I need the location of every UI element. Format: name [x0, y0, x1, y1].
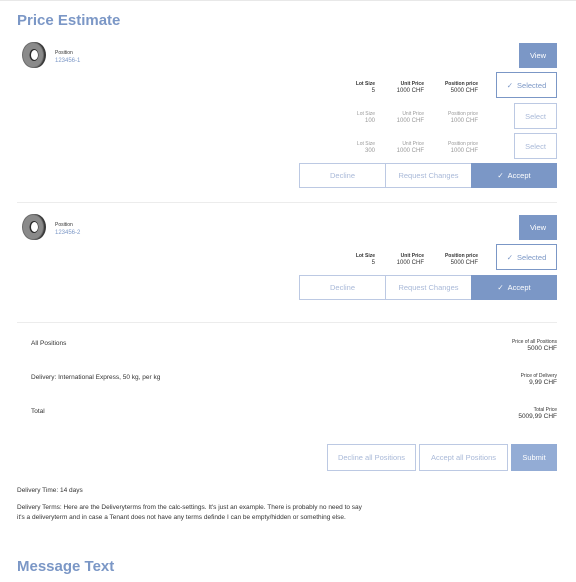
section-divider: [17, 202, 557, 203]
position-label: Position: [55, 222, 73, 228]
delivery-price: Price of Delivery 9,99 CHF: [521, 373, 557, 387]
position-id-link[interactable]: 123456-1: [55, 58, 80, 64]
position-price-value: 1000 CHF: [450, 148, 478, 154]
total-price: Total Price 5009,99 CHF: [518, 407, 557, 421]
view-button[interactable]: View: [519, 215, 557, 240]
top-divider: [0, 0, 576, 1]
submit-button[interactable]: Submit: [511, 444, 557, 471]
ring-icon: [22, 42, 46, 68]
decline-button[interactable]: Decline: [299, 275, 386, 300]
lot-size-value: 300: [364, 148, 375, 154]
ring-icon: [22, 214, 46, 240]
lot-size-value: 5: [371, 88, 375, 94]
position-label: Position: [55, 50, 73, 56]
unit-price-value: 1000 CHF: [396, 260, 424, 266]
message-text-title: Message Text: [17, 558, 115, 575]
delivery-label: Delivery: International Express, 50 kg, …: [31, 374, 161, 381]
delivery-terms: Delivery Terms: Here are the Deliveryter…: [17, 504, 362, 521]
selected-button-label: Selected: [517, 80, 547, 90]
lot-size-column: Lot Size 300: [357, 141, 375, 155]
position-price-column: Position price 1000 CHF: [448, 111, 478, 125]
position-id-link[interactable]: 123456-2: [55, 230, 80, 236]
position-price-column: Position price 5000 CHF: [445, 253, 478, 267]
delivery-time: Delivery Time: 14 days: [17, 487, 83, 494]
lot-size-column: Lot Size 5: [356, 253, 375, 267]
check-icon: ✓: [506, 80, 514, 90]
all-positions-price: Price of all Positions 5000 CHF: [512, 339, 557, 353]
select-button[interactable]: Select: [514, 103, 557, 129]
lot-size-value: 5: [371, 260, 375, 266]
all-positions-label: All Positions: [31, 340, 67, 347]
decline-all-button[interactable]: Decline all Positions: [327, 444, 416, 471]
decline-button[interactable]: Decline: [299, 163, 386, 188]
selected-button[interactable]: ✓ Selected: [496, 72, 557, 98]
position-price-column: Position price 5000 CHF: [445, 81, 478, 95]
position-price-value: 5000 CHF: [450, 88, 478, 94]
request-changes-button[interactable]: Request Changes: [385, 163, 472, 188]
unit-price-value: 1000 CHF: [396, 118, 424, 124]
accept-button-label: Accept: [507, 283, 531, 292]
unit-price-value: 1000 CHF: [396, 148, 424, 154]
position-price-column: Position price 1000 CHF: [448, 141, 478, 155]
accept-button-label: Accept: [507, 171, 531, 180]
unit-price-value: 1000 CHF: [396, 88, 424, 94]
unit-price-column: Unit Price 1000 CHF: [397, 141, 424, 155]
position-price-value: 5000 CHF: [450, 260, 478, 266]
lot-size-column: Lot Size 100: [357, 111, 375, 125]
delivery-price-value: 9,99 CHF: [529, 379, 557, 386]
lot-size-value: 100: [364, 118, 375, 124]
unit-price-column: Unit Price 1000 CHF: [397, 253, 424, 267]
accept-button[interactable]: ✓ Accept: [471, 275, 557, 300]
all-positions-price-value: 5000 CHF: [527, 345, 557, 352]
check-icon: ✓: [497, 283, 504, 292]
lot-size-column: Lot Size 5: [356, 81, 375, 95]
view-button[interactable]: View: [519, 43, 557, 68]
page-title: Price Estimate: [17, 12, 121, 29]
selected-button[interactable]: ✓ Selected: [496, 244, 557, 270]
accept-button[interactable]: ✓ Accept: [471, 163, 557, 188]
total-price-value: 5009,99 CHF: [518, 413, 557, 420]
total-label: Total: [31, 408, 45, 415]
unit-price-column: Unit Price 1000 CHF: [397, 111, 424, 125]
select-button[interactable]: Select: [514, 133, 557, 159]
accept-all-button[interactable]: Accept all Positions: [419, 444, 508, 471]
unit-price-column: Unit Price 1000 CHF: [397, 81, 424, 95]
position-price-value: 1000 CHF: [450, 118, 478, 124]
check-icon: ✓: [506, 252, 514, 262]
selected-button-label: Selected: [517, 252, 547, 262]
section-divider: [17, 322, 557, 323]
request-changes-button[interactable]: Request Changes: [385, 275, 472, 300]
check-icon: ✓: [497, 171, 504, 180]
